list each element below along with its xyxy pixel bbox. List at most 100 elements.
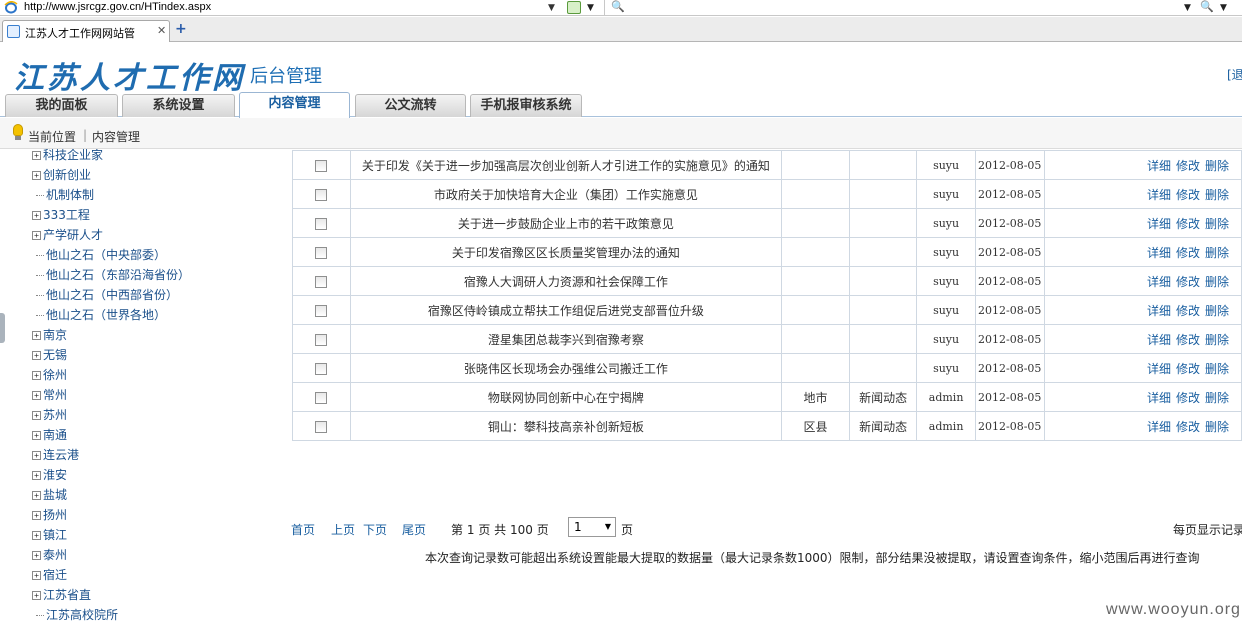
- tree-expand-icon[interactable]: +: [32, 371, 41, 380]
- tree-item[interactable]: 江苏高校院所: [36, 605, 118, 621]
- search-options-icon[interactable]: ▼: [1220, 3, 1227, 13]
- page-jump-select[interactable]: 1 ▼: [568, 517, 616, 537]
- detail-link[interactable]: 详细: [1147, 304, 1171, 318]
- edit-link[interactable]: 修改: [1176, 333, 1200, 347]
- address-dropdown-icon[interactable]: ▼: [548, 3, 555, 13]
- tree-expand-icon[interactable]: +: [32, 471, 41, 480]
- tree-expand-icon[interactable]: +: [32, 171, 41, 180]
- tree-expand-icon[interactable]: +: [32, 531, 41, 540]
- delete-link[interactable]: 删除: [1205, 246, 1229, 260]
- tree-expand-icon[interactable]: +: [32, 511, 41, 520]
- row-title[interactable]: 宿豫人大调研人力资源和社会保障工作: [349, 266, 783, 296]
- refresh-dropdown-icon[interactable]: ▼: [587, 3, 594, 13]
- delete-link[interactable]: 删除: [1205, 275, 1229, 289]
- tree-item[interactable]: + 盐城: [32, 485, 67, 505]
- tree-expand-icon[interactable]: +: [32, 331, 41, 340]
- delete-link[interactable]: 删除: [1205, 304, 1229, 318]
- tree-item[interactable]: + 连云港: [32, 445, 79, 465]
- tree-item[interactable]: 他山之石（中西部省份）: [36, 285, 178, 305]
- pager-prev[interactable]: 上页: [331, 521, 355, 538]
- edit-link[interactable]: 修改: [1176, 217, 1200, 231]
- delete-link[interactable]: 删除: [1205, 391, 1229, 405]
- row-checkbox[interactable]: [315, 333, 328, 346]
- tree-item[interactable]: + 徐州: [32, 365, 67, 385]
- tree-expand-icon[interactable]: +: [32, 211, 41, 220]
- edit-link[interactable]: 修改: [1176, 420, 1200, 434]
- edit-link[interactable]: 修改: [1176, 188, 1200, 202]
- edit-link[interactable]: 修改: [1176, 275, 1200, 289]
- detail-link[interactable]: 详细: [1147, 391, 1171, 405]
- row-title[interactable]: 宿豫区侍岭镇成立帮扶工作组促后进党支部晋位升级: [349, 295, 783, 325]
- row-title[interactable]: 市政府关于加快培育大企业（集团）工作实施意见: [349, 179, 783, 209]
- detail-link[interactable]: 详细: [1147, 420, 1171, 434]
- edit-link[interactable]: 修改: [1176, 304, 1200, 318]
- edit-link[interactable]: 修改: [1176, 362, 1200, 376]
- tree-item[interactable]: + 无锡: [32, 345, 67, 365]
- tree-item[interactable]: + 泰州: [32, 545, 67, 565]
- tree-expand-icon[interactable]: +: [32, 451, 41, 460]
- tree-expand-icon[interactable]: +: [32, 491, 41, 500]
- tree-expand-icon[interactable]: +: [32, 551, 41, 560]
- tree-item[interactable]: 他山之石（世界各地）: [36, 305, 166, 325]
- edit-link[interactable]: 修改: [1176, 246, 1200, 260]
- tree-item[interactable]: + 南京: [32, 325, 67, 345]
- delete-link[interactable]: 删除: [1205, 159, 1229, 173]
- delete-link[interactable]: 删除: [1205, 188, 1229, 202]
- search-input[interactable]: [604, 0, 1194, 15]
- tree-item[interactable]: + 镇江: [32, 525, 67, 545]
- delete-link[interactable]: 删除: [1205, 420, 1229, 434]
- pager-next[interactable]: 下页: [363, 521, 387, 538]
- tab-my-panel[interactable]: 我的面板: [5, 94, 118, 117]
- detail-link[interactable]: 详细: [1147, 275, 1171, 289]
- tree-item[interactable]: + 常州: [32, 385, 67, 405]
- pager-first[interactable]: 首页: [291, 521, 315, 538]
- delete-link[interactable]: 删除: [1205, 217, 1229, 231]
- tree-item[interactable]: 他山之石（东部沿海省份）: [36, 265, 190, 285]
- tab-content-management[interactable]: 内容管理: [239, 92, 350, 118]
- pager-last[interactable]: 尾页: [402, 521, 426, 538]
- row-title[interactable]: 张晓伟区长现场会办强维公司搬迁工作: [349, 353, 783, 383]
- row-checkbox[interactable]: [315, 159, 328, 172]
- delete-link[interactable]: 删除: [1205, 362, 1229, 376]
- detail-link[interactable]: 详细: [1147, 188, 1171, 202]
- exit-link[interactable]: [退: [1227, 66, 1242, 83]
- search-dropdown-icon[interactable]: ▼: [1184, 3, 1191, 13]
- tree-expand-icon[interactable]: +: [32, 351, 41, 360]
- row-checkbox[interactable]: [315, 391, 328, 404]
- tree-item[interactable]: + 淮安: [32, 465, 67, 485]
- delete-link[interactable]: 删除: [1205, 333, 1229, 347]
- row-title[interactable]: 关于印发宿豫区区长质量奖管理办法的通知: [349, 237, 783, 267]
- row-checkbox[interactable]: [315, 217, 328, 230]
- detail-link[interactable]: 详细: [1147, 159, 1171, 173]
- tree-item[interactable]: + 科技企业家: [32, 149, 103, 165]
- tree-item[interactable]: + 宿迁: [32, 565, 67, 585]
- tree-item[interactable]: + 江苏省直: [32, 585, 91, 605]
- address-input[interactable]: http://www.jsrcgz.gov.cn/HTindex.aspx: [24, 0, 211, 15]
- tab-mobile-review[interactable]: 手机报审核系统: [470, 94, 582, 117]
- tree-item[interactable]: 机制体制: [36, 185, 94, 205]
- tree-expand-icon[interactable]: +: [32, 151, 41, 160]
- tree-expand-icon[interactable]: +: [32, 571, 41, 580]
- row-checkbox[interactable]: [315, 246, 328, 259]
- tree-item[interactable]: +333工程: [32, 205, 90, 225]
- tree-item[interactable]: + 创新创业: [32, 165, 91, 185]
- refresh-icon[interactable]: [567, 1, 581, 14]
- tree-expand-icon[interactable]: +: [32, 231, 41, 240]
- detail-link[interactable]: 详细: [1147, 333, 1171, 347]
- close-tab-icon[interactable]: ✕: [157, 24, 166, 37]
- tree-item[interactable]: + 苏州: [32, 405, 67, 425]
- row-checkbox[interactable]: [315, 304, 328, 317]
- row-title[interactable]: 物联网协同创新中心在宁揭牌: [349, 382, 783, 412]
- row-checkbox[interactable]: [315, 188, 328, 201]
- row-checkbox[interactable]: [315, 362, 328, 375]
- detail-link[interactable]: 详细: [1147, 246, 1171, 260]
- tree-item[interactable]: + 扬州: [32, 505, 67, 525]
- tree-expand-icon[interactable]: +: [32, 431, 41, 440]
- tree-item[interactable]: + 南通: [32, 425, 67, 445]
- detail-link[interactable]: 详细: [1147, 362, 1171, 376]
- edit-link[interactable]: 修改: [1176, 159, 1200, 173]
- row-checkbox[interactable]: [315, 420, 328, 433]
- tree-expand-icon[interactable]: +: [32, 411, 41, 420]
- new-tab-icon[interactable]: +: [175, 21, 187, 37]
- edit-link[interactable]: 修改: [1176, 391, 1200, 405]
